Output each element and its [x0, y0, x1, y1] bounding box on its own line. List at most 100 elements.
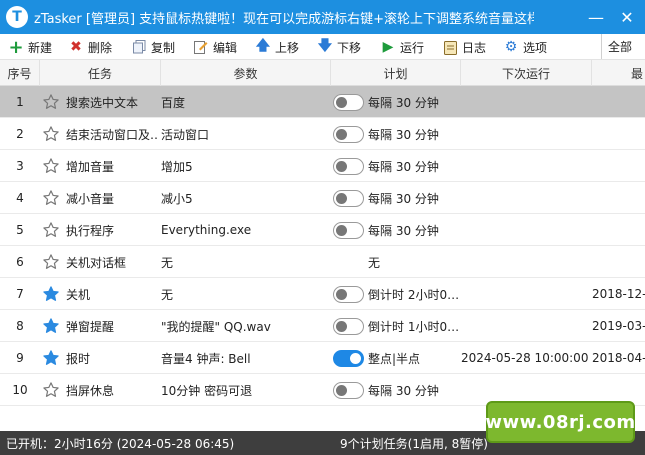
table-row[interactable]: 9 报时 音量4 钟声: Bell 整点|半点 2024-05-28 10:00:00 2…: [0, 342, 645, 374]
schedule-toggle[interactable]: [331, 342, 365, 374]
schedule-toggle[interactable]: [331, 150, 365, 182]
new-button[interactable]: + 新建: [8, 36, 52, 58]
toggle-switch[interactable]: [332, 157, 364, 175]
task-plan: 倒计时 1小时0…: [368, 319, 458, 334]
row-number: 8: [16, 319, 24, 333]
copy-button[interactable]: 复制: [131, 37, 175, 57]
column-header-no[interactable]: 序号: [0, 60, 40, 86]
watermark-logo: www.08rj.com: [485, 401, 635, 443]
close-button[interactable]: ✕: [609, 0, 645, 34]
task-param: 10分钟 密码可退: [161, 383, 253, 398]
arrow-down-icon: 🡇: [317, 38, 333, 54]
task-param: "我的提醒" QQ.wav: [161, 319, 271, 334]
star-icon[interactable]: [40, 150, 62, 182]
row-number: 6: [16, 255, 24, 269]
star-icon[interactable]: [40, 214, 62, 246]
star-icon[interactable]: [40, 310, 62, 342]
last-run-time: [592, 246, 645, 278]
column-header-last-run[interactable]: 最: [592, 60, 645, 86]
task-plan: 每隔 30 分钟: [368, 191, 439, 206]
task-param: 减小5: [161, 191, 193, 206]
table-header: 序号 任务 参数 计划 下次运行 最: [0, 60, 645, 86]
star-icon[interactable]: [40, 342, 62, 374]
task-plan: 无: [368, 255, 381, 270]
column-header-next-run[interactable]: 下次运行: [461, 60, 592, 86]
table-row[interactable]: 8 弹窗提醒 "我的提醒" QQ.wav 倒计时 1小时0… 2019-03-: [0, 310, 645, 342]
table-row[interactable]: 2 结束活动窗口及… 活动窗口 每隔 30 分钟: [0, 118, 645, 150]
star-icon[interactable]: [40, 118, 62, 150]
next-run-time: [461, 118, 589, 150]
task-plan: 倒计时 2小时0…: [368, 287, 458, 302]
star-icon[interactable]: [40, 182, 62, 214]
next-run-time: [461, 278, 589, 310]
edit-button[interactable]: 编辑: [193, 37, 237, 57]
task-param: 活动窗口: [161, 127, 210, 142]
toggle-switch[interactable]: [332, 189, 364, 207]
row-number: 4: [16, 191, 24, 205]
table-row[interactable]: 1 搜索选中文本 百度 每隔 30 分钟: [0, 86, 645, 118]
edit-icon: [193, 39, 209, 55]
toggle-switch[interactable]: [332, 349, 364, 367]
uptime-status: 已开机：2小时16分 (2024-05-28 06:45): [6, 436, 235, 451]
move-up-button[interactable]: 🡅 上移: [255, 37, 299, 57]
schedule-toggle[interactable]: [331, 214, 365, 246]
schedule-toggle[interactable]: [331, 278, 365, 310]
task-name: 搜索选中文本: [66, 95, 139, 110]
star-icon[interactable]: [40, 86, 62, 118]
delete-button[interactable]: ✖ 删除: [68, 37, 112, 57]
toggle-switch[interactable]: [332, 285, 364, 303]
options-button[interactable]: ⚙ 选项: [503, 37, 547, 57]
row-number: 5: [16, 223, 24, 237]
task-plan: 每隔 30 分钟: [368, 223, 439, 238]
next-run-time: [461, 214, 589, 246]
task-param: 无: [161, 287, 174, 302]
next-run-time: 2024-05-28 10:00:00: [461, 351, 589, 365]
schedule-toggle[interactable]: [331, 86, 365, 118]
task-plan: 整点|半点: [368, 351, 421, 366]
star-icon[interactable]: [40, 374, 62, 406]
schedule-toggle[interactable]: [331, 374, 365, 406]
table-row[interactable]: 3 增加音量 增加5 每隔 30 分钟: [0, 150, 645, 182]
plus-icon: +: [8, 36, 24, 58]
last-run-time: 2019-03-: [592, 319, 645, 333]
task-name: 挡屏休息: [66, 383, 115, 398]
schedule-toggle[interactable]: [331, 182, 365, 214]
table-row[interactable]: 5 执行程序 Everything.exe 每隔 30 分钟: [0, 214, 645, 246]
column-header-task[interactable]: 任务: [40, 60, 161, 86]
task-name: 执行程序: [66, 223, 115, 238]
star-icon[interactable]: [40, 246, 62, 278]
row-number: 10: [12, 383, 28, 397]
arrow-up-icon: 🡅: [255, 38, 271, 54]
row-number: 9: [16, 351, 24, 365]
task-param: 增加5: [161, 159, 193, 174]
star-icon[interactable]: [40, 278, 62, 310]
toggle-switch[interactable]: [332, 221, 364, 239]
toggle-switch[interactable]: [332, 93, 364, 111]
toggle-switch[interactable]: [332, 381, 364, 399]
toggle-switch[interactable]: [332, 317, 364, 335]
log-button[interactable]: 日志: [442, 37, 486, 57]
table-row[interactable]: 6 关机对话框 无 无: [0, 246, 645, 278]
row-number: 7: [16, 287, 24, 301]
row-number: 2: [16, 127, 24, 141]
play-icon: ▶: [382, 39, 394, 55]
table-row[interactable]: 4 减小音量 减小5 每隔 30 分钟: [0, 182, 645, 214]
task-plan: 每隔 30 分钟: [368, 95, 439, 110]
schedule-toggle[interactable]: [331, 246, 365, 278]
row-number: 3: [16, 159, 24, 173]
last-run-time: [592, 150, 645, 182]
schedule-toggle[interactable]: [331, 310, 365, 342]
table-row[interactable]: 7 关机 无 倒计时 2小时0… 2018-12-: [0, 278, 645, 310]
copy-icon: [131, 39, 147, 55]
column-header-plan[interactable]: 计划: [331, 60, 461, 86]
toggle-switch[interactable]: [332, 125, 364, 143]
schedule-toggle[interactable]: [331, 118, 365, 150]
window-title: zTasker [管理员] 支持鼠标热键啦！现在可以完成游标右键+滚轮上下调整系…: [34, 11, 534, 27]
filter-dropdown[interactable]: 全部: [601, 34, 645, 59]
last-run-time: 2018-04-: [592, 351, 645, 365]
move-down-button[interactable]: 🡇 下移: [317, 37, 361, 57]
run-button[interactable]: ▶ 运行: [380, 37, 424, 57]
task-param: 百度: [161, 95, 186, 110]
column-header-param[interactable]: 参数: [161, 60, 331, 86]
title-bar: T zTasker [管理员] 支持鼠标热键啦！现在可以完成游标右键+滚轮上下调…: [0, 0, 645, 34]
